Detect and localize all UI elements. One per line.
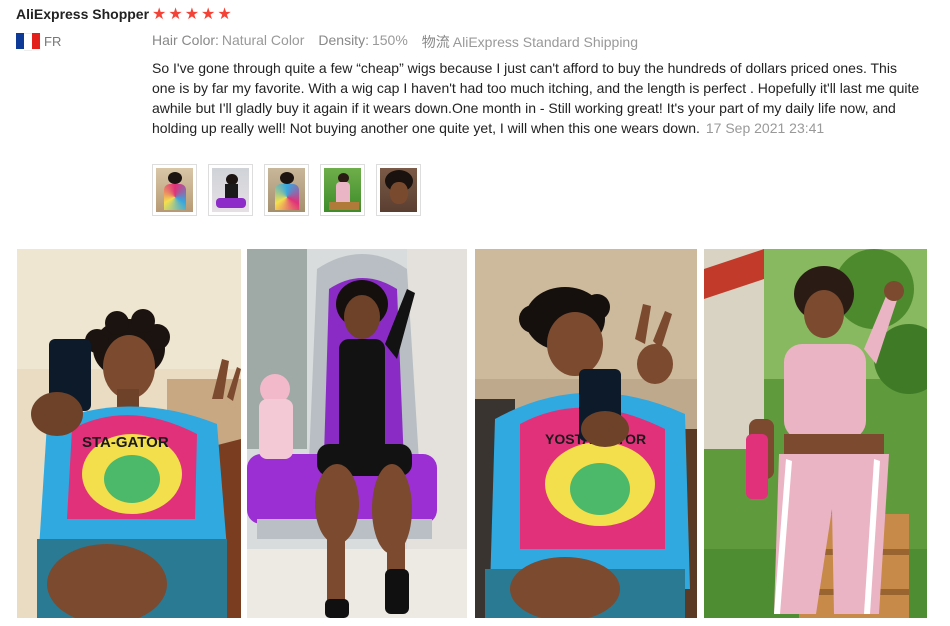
review-photo-4[interactable] xyxy=(704,249,927,618)
star-icon: ★ xyxy=(201,6,216,23)
reviewer-name: AliExpress Shopper xyxy=(16,6,150,22)
review-photo-1[interactable]: STA-GATOR xyxy=(17,249,241,618)
attr-shipping: 物流 AliExpress Standard Shipping xyxy=(421,34,639,50)
reviewer-country: FR xyxy=(16,33,62,51)
photo-thumbnail-3[interactable] xyxy=(264,164,309,216)
star-icon: ★ xyxy=(152,6,167,23)
star-icon: ★ xyxy=(217,6,232,23)
rating-stars: ★ ★ ★ ★ ★ xyxy=(152,6,232,24)
star-icon: ★ xyxy=(168,6,183,23)
country-code: FR xyxy=(44,33,62,49)
thumbnail-strip xyxy=(152,164,421,216)
france-flag-icon xyxy=(16,33,40,51)
review-date: 17 Sep 2021 23:41 xyxy=(705,120,825,136)
photo-thumbnail-2[interactable] xyxy=(208,164,253,216)
review-photo-3[interactable]: YOSTA-GATOR xyxy=(475,249,697,618)
photo-thumbnail-5[interactable] xyxy=(376,164,421,216)
photo-thumbnail-4[interactable] xyxy=(320,164,365,216)
review-body: So I've gone through quite a few “cheap”… xyxy=(152,58,922,138)
review-photo-2[interactable] xyxy=(247,249,467,618)
review-photo-gallery: STA-GATOR xyxy=(17,249,927,618)
attr-density: Density: 150% xyxy=(318,32,408,48)
sku-attributes: Hair Color: Natural Color Density: 150% 物流… xyxy=(152,32,638,52)
photo-thumbnail-1[interactable] xyxy=(152,164,197,216)
star-icon: ★ xyxy=(184,6,200,23)
attr-hair-color: Hair Color: Natural Color xyxy=(152,32,305,48)
shirt-print-text: STA-GATOR xyxy=(82,434,169,451)
